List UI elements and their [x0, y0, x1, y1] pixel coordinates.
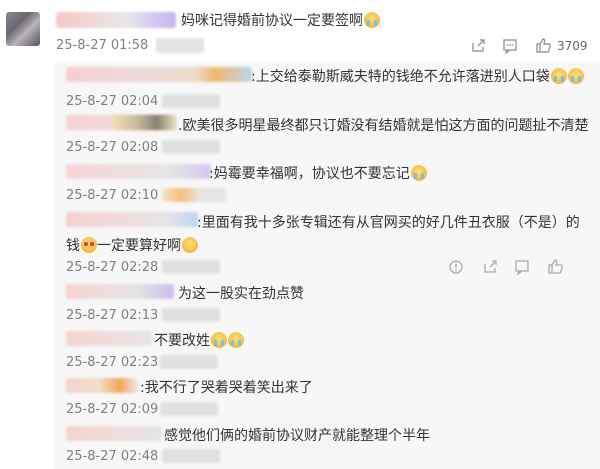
- crying-emoji-icon: [550, 68, 567, 84]
- reply-username-blurred[interactable]: [66, 67, 252, 82]
- main-comment-text: 妈咪记得婚前协议一定要签啊: [181, 10, 380, 30]
- reply-source-blurred: [162, 188, 226, 202]
- crying-emoji-icon: [364, 12, 380, 28]
- reply-text: 感觉他们俩的婚前协议财产就能整理个半年: [164, 428, 430, 444]
- reply-text: .欧美很多明星最终都只订婚没有结婚就是怕这方面的问题扯不清楚: [178, 118, 589, 134]
- reply-source-blurred: [160, 402, 218, 416]
- avatar[interactable]: [6, 12, 40, 46]
- reply-source-blurred: [162, 449, 220, 463]
- crying-emoji-icon: [228, 332, 244, 348]
- crying-emoji-icon: [567, 68, 584, 84]
- reply-source-blurred: [160, 355, 218, 369]
- reply-username-blurred[interactable]: [66, 212, 198, 227]
- reply-username-blurred[interactable]: [66, 284, 174, 299]
- reply-username-blurred[interactable]: [66, 378, 138, 393]
- crying-emoji-icon: [410, 165, 427, 181]
- share-icon[interactable]: [470, 38, 486, 54]
- reply-time: 25-8-27 02:28: [66, 260, 159, 275]
- report-icon[interactable]: [448, 259, 464, 275]
- reply-username-blurred[interactable]: [66, 426, 162, 441]
- reply-time: 25-8-27 02:08: [66, 140, 159, 155]
- reply-text: :我不行了哭着哭着笑出来了: [140, 380, 313, 396]
- reply-text: :里面有我十多张专辑还有从官网买的好几件丑衣服（不是）的: [197, 215, 580, 231]
- thumb-up-icon[interactable]: [547, 258, 564, 275]
- main-comment-source-blurred: [156, 38, 204, 53]
- reply-time: 25-8-27 02:13: [66, 308, 159, 323]
- comment-icon[interactable]: [514, 259, 530, 276]
- crying-emoji-icon: [211, 332, 227, 348]
- reply-text-continued: 钱一定要算好啊: [66, 235, 198, 255]
- thumb-up-icon[interactable]: [535, 37, 552, 54]
- reply-source-blurred: [162, 308, 220, 322]
- reply-username-blurred[interactable]: [66, 164, 211, 179]
- reply-username-blurred[interactable]: [66, 331, 152, 346]
- reply-text: :上交给泰勒斯威夫特的钱绝不允许落进别人口袋: [251, 66, 584, 86]
- reply-time: 25-8-27 02:10: [66, 188, 159, 203]
- username-blurred[interactable]: [56, 12, 176, 28]
- like-count: 3709: [557, 39, 588, 53]
- reply-avatar-blurred: [112, 115, 176, 130]
- comment-icon[interactable]: [502, 38, 518, 55]
- reply-time: 25-8-27 02:09: [66, 402, 159, 417]
- smile-emoji-icon: [182, 237, 198, 253]
- main-comment-time: 25-8-27 01:58: [56, 38, 149, 53]
- reply-text: 为这一股实在劲点赞: [178, 286, 304, 302]
- reply-source-blurred: [162, 140, 220, 154]
- reply-time: 25-8-27 02:04: [66, 94, 159, 109]
- reply-time: 25-8-27 02:48: [66, 449, 159, 464]
- reply-time: 25-8-27 02:23: [66, 355, 159, 370]
- reply-source-blurred: [162, 94, 220, 108]
- reply-text: 不要改姓: [154, 330, 244, 350]
- reply-text: :妈霉要幸福啊，协议也不要忘记: [209, 163, 427, 183]
- share-icon[interactable]: [482, 259, 498, 275]
- reply-source-blurred: [162, 260, 220, 274]
- heart-eyes-emoji-icon: [81, 237, 97, 253]
